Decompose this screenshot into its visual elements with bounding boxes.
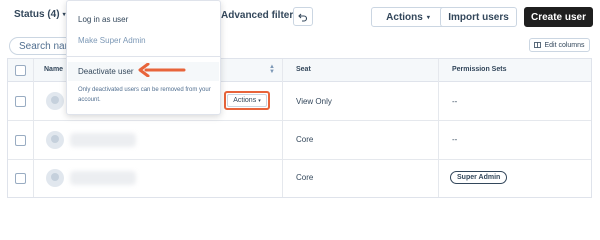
row-actions-button[interactable]: Actions ▾ <box>227 94 267 107</box>
header-permission-sets[interactable]: Permission Sets <box>452 66 506 73</box>
chevron-down-icon: ▾ <box>258 97 261 104</box>
edit-columns-button[interactable]: Edit columns <box>529 38 590 52</box>
menu-divider <box>67 56 220 57</box>
header-name[interactable]: Name <box>44 66 63 73</box>
undo-button[interactable] <box>293 7 313 26</box>
user-name-redacted <box>70 171 136 185</box>
undo-icon <box>298 13 308 22</box>
arrow-left-icon <box>138 63 186 77</box>
row-checkbox[interactable] <box>15 135 26 146</box>
sort-icon[interactable]: ▲ ▼ <box>269 64 275 75</box>
actions-button[interactable]: Actions ▾ <box>371 7 445 27</box>
table-row[interactable]: Core -- <box>8 121 591 160</box>
row-actions-highlight: Actions ▾ <box>224 91 270 110</box>
permission-badge: Super Admin <box>450 171 508 184</box>
edit-columns-label: Edit columns <box>544 41 585 49</box>
columns-icon <box>534 42 542 48</box>
seat-value: View Only <box>296 97 332 106</box>
import-users-button-full[interactable]: Import users <box>440 7 517 27</box>
chevron-down-icon: ▾ <box>426 14 430 21</box>
status-filter[interactable]: Status (4) ▾ <box>14 9 66 20</box>
select-all-checkbox[interactable] <box>15 65 26 76</box>
user-name-redacted <box>70 133 136 147</box>
avatar <box>46 92 64 110</box>
advanced-filters-link[interactable]: Advanced filters <box>221 10 299 21</box>
seat-value: Core <box>296 135 314 144</box>
deactivate-help-text: Only deactivated users can be removed fr… <box>78 87 211 103</box>
import-users-label: Import users <box>448 11 509 23</box>
header-seat[interactable]: Seat <box>296 66 311 73</box>
seat-value: Core <box>296 173 314 182</box>
menu-item-make-super-admin[interactable]: Make Super Admin <box>78 36 146 45</box>
table-row[interactable]: Core Super Admin <box>8 160 591 199</box>
actions-button-label: Actions <box>386 11 423 23</box>
avatar <box>46 131 64 149</box>
permission-value: -- <box>452 97 458 106</box>
menu-item-log-in-as-user[interactable]: Log in as user <box>78 15 128 24</box>
deactivate-user-label: Deactivate user <box>78 67 134 76</box>
row-checkbox[interactable] <box>15 173 26 184</box>
avatar <box>46 169 64 187</box>
row-checkbox[interactable] <box>15 96 26 107</box>
row-actions-label: Actions <box>233 97 257 104</box>
actions-dropdown-menu: Log in as user Make Super Admin Deactiva… <box>66 0 221 115</box>
create-user-button[interactable]: Create user <box>524 7 593 27</box>
status-filter-label: Status (4) <box>14 9 60 20</box>
permission-value: -- <box>452 135 458 144</box>
